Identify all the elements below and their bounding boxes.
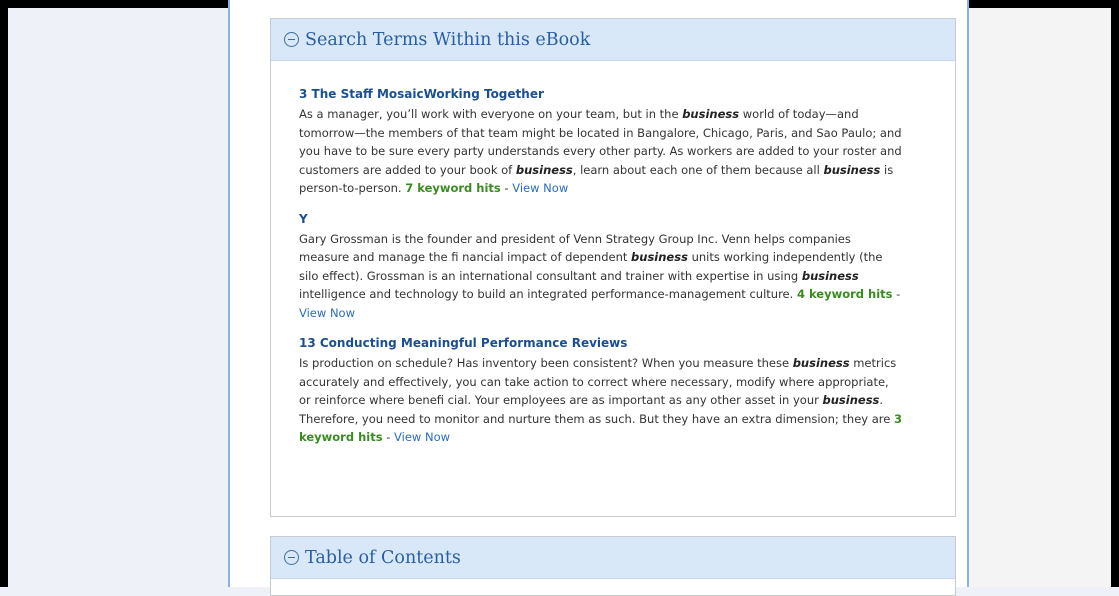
keyword-highlight: business: [801, 268, 859, 283]
keyword-highlight: business: [515, 162, 573, 177]
right-gutter: [969, 8, 1111, 587]
separator: -: [382, 430, 395, 444]
keyword-highlight: business: [823, 162, 881, 177]
keyword-hits-count: 4 keyword hits: [796, 287, 893, 301]
search-terms-panel: Search Terms Within this eBook 3 The Sta…: [270, 18, 956, 517]
search-results-list: 3 The Staff MosaicWorking Together As a …: [271, 61, 955, 447]
search-terms-panel-title: Search Terms Within this eBook: [305, 29, 591, 50]
keyword-highlight: business: [792, 356, 850, 370]
snippet-text: Is production on schedule? Has inventory…: [299, 356, 793, 370]
separator: -: [500, 181, 513, 195]
collapse-icon[interactable]: [284, 32, 299, 47]
keyword-hits-count: 7 keyword hits: [405, 181, 501, 195]
result-title[interactable]: 3 The Staff MosaicWorking Together: [299, 85, 927, 103]
result-title[interactable]: 13 Conducting Meaningful Performance Rev…: [299, 334, 927, 352]
separator: -: [892, 287, 901, 301]
snippet-text: As a manager, you’ll work with everyone …: [299, 107, 683, 121]
result-snippet: As a manager, you’ll work with everyone …: [299, 105, 903, 198]
table-of-contents-panel: Table of Contents: [270, 536, 956, 596]
window-frame-left: [0, 0, 8, 587]
keyword-highlight: business: [631, 250, 688, 264]
view-now-link[interactable]: View Now: [394, 430, 450, 444]
result-title[interactable]: Y: [299, 210, 927, 228]
table-of-contents-panel-header[interactable]: Table of Contents: [271, 537, 955, 579]
window-frame-right: [1111, 0, 1119, 587]
table-of-contents-panel-title: Table of Contents: [305, 547, 461, 568]
snippet-text: intelligence and technology to build an …: [299, 287, 797, 301]
search-terms-panel-header[interactable]: Search Terms Within this eBook: [271, 19, 955, 61]
collapse-icon[interactable]: [284, 550, 299, 565]
keyword-highlight: business: [822, 393, 880, 407]
search-result: Y Gary Grossman is the founder and presi…: [299, 210, 927, 323]
snippet-text: , learn about each one of them because a…: [572, 162, 824, 177]
result-snippet: Is production on schedule? Has inventory…: [299, 354, 903, 447]
keyword-highlight: business: [682, 107, 740, 121]
view-now-link[interactable]: View Now: [299, 306, 355, 320]
search-result: 3 The Staff MosaicWorking Together As a …: [299, 85, 927, 198]
view-now-link[interactable]: View Now: [512, 181, 568, 195]
result-snippet: Gary Grossman is the founder and preside…: [299, 230, 903, 323]
search-result: 13 Conducting Meaningful Performance Rev…: [299, 334, 927, 447]
